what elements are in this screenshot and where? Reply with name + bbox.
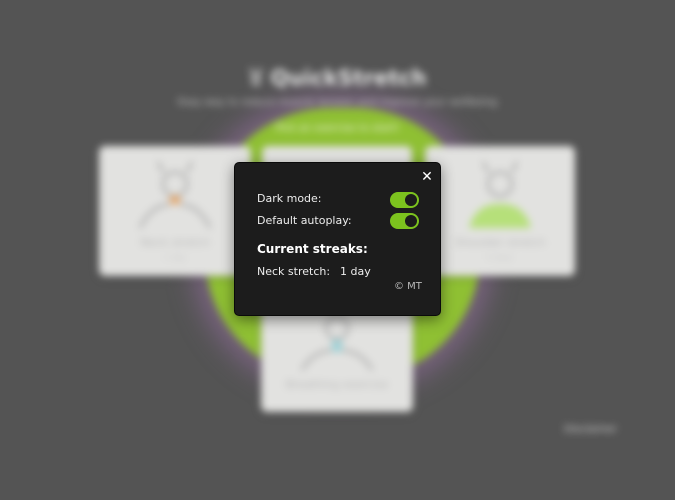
autoplay-toggle[interactable] [390, 213, 419, 229]
exercise-title: Neck stretch [140, 236, 210, 249]
streak-value: 1 day [340, 265, 371, 278]
exercise-card-neck[interactable]: Neck stretch 1 day [99, 146, 251, 276]
toggle-knob [405, 215, 417, 227]
app-tagline: Easy way to reduce muscle tension and im… [177, 97, 498, 108]
exercise-card-shoulder[interactable]: Shoulder stretch 0 days [425, 146, 575, 276]
exercise-title: Breathing exercise [285, 378, 389, 391]
copyright-text: © MT [394, 281, 422, 292]
streaks-heading: Current streaks: [257, 242, 368, 256]
neck-figure-icon [139, 161, 211, 229]
exercise-subtitle: 0 days [486, 253, 514, 262]
dark-mode-toggle[interactable] [390, 192, 419, 208]
autoplay-label: Default autoplay: [257, 214, 352, 227]
settings-modal: ✕ Dark mode: Default autoplay: Current s… [234, 162, 441, 316]
exercise-subtitle: 1 day [163, 253, 187, 262]
streak-name: Neck stretch: [257, 265, 331, 278]
close-icon[interactable]: ✕ [421, 170, 433, 184]
stretch-logo-icon [248, 66, 264, 90]
exercise-title: Shoulder stretch [454, 236, 546, 249]
toggle-knob [405, 194, 417, 206]
shoulder-figure-icon [469, 161, 531, 228]
app-brand: QuickStretch [0, 66, 675, 90]
dark-mode-label: Dark mode: [257, 192, 322, 205]
app-name: QuickStretch [270, 66, 427, 90]
disclaimer-link[interactable]: Disclaimer [564, 424, 617, 435]
exercise-prompt: Pick an exercise to start! [275, 123, 400, 134]
